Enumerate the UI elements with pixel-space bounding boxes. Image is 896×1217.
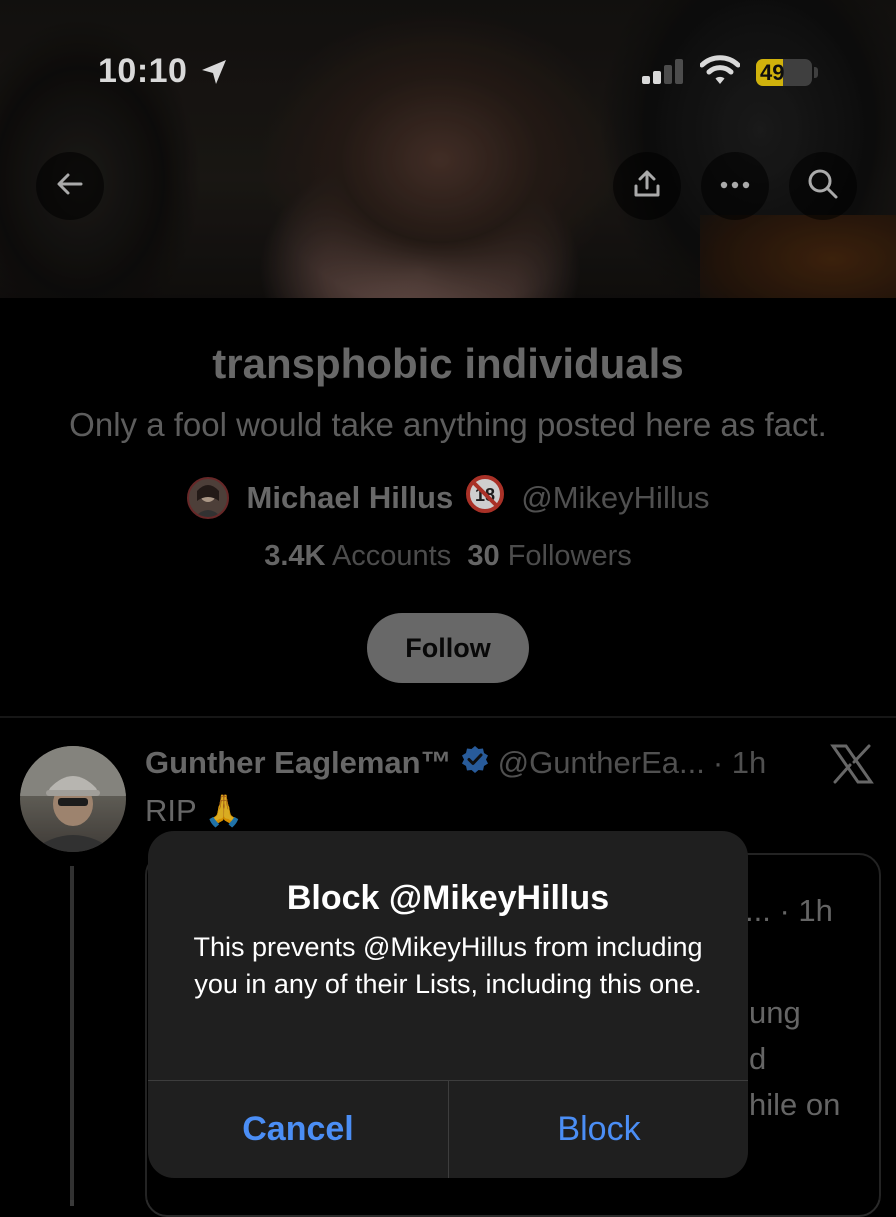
dialog-title: Block @MikeyHillus (286, 879, 610, 917)
block-confirmation-dialog: Block @MikeyHillus This prevents @MikeyH… (148, 831, 748, 1178)
cancel-button[interactable]: Cancel (148, 1081, 448, 1178)
block-button[interactable]: Block (449, 1081, 748, 1178)
dialog-message: This prevents @MikeyHillus from includin… (193, 932, 703, 999)
